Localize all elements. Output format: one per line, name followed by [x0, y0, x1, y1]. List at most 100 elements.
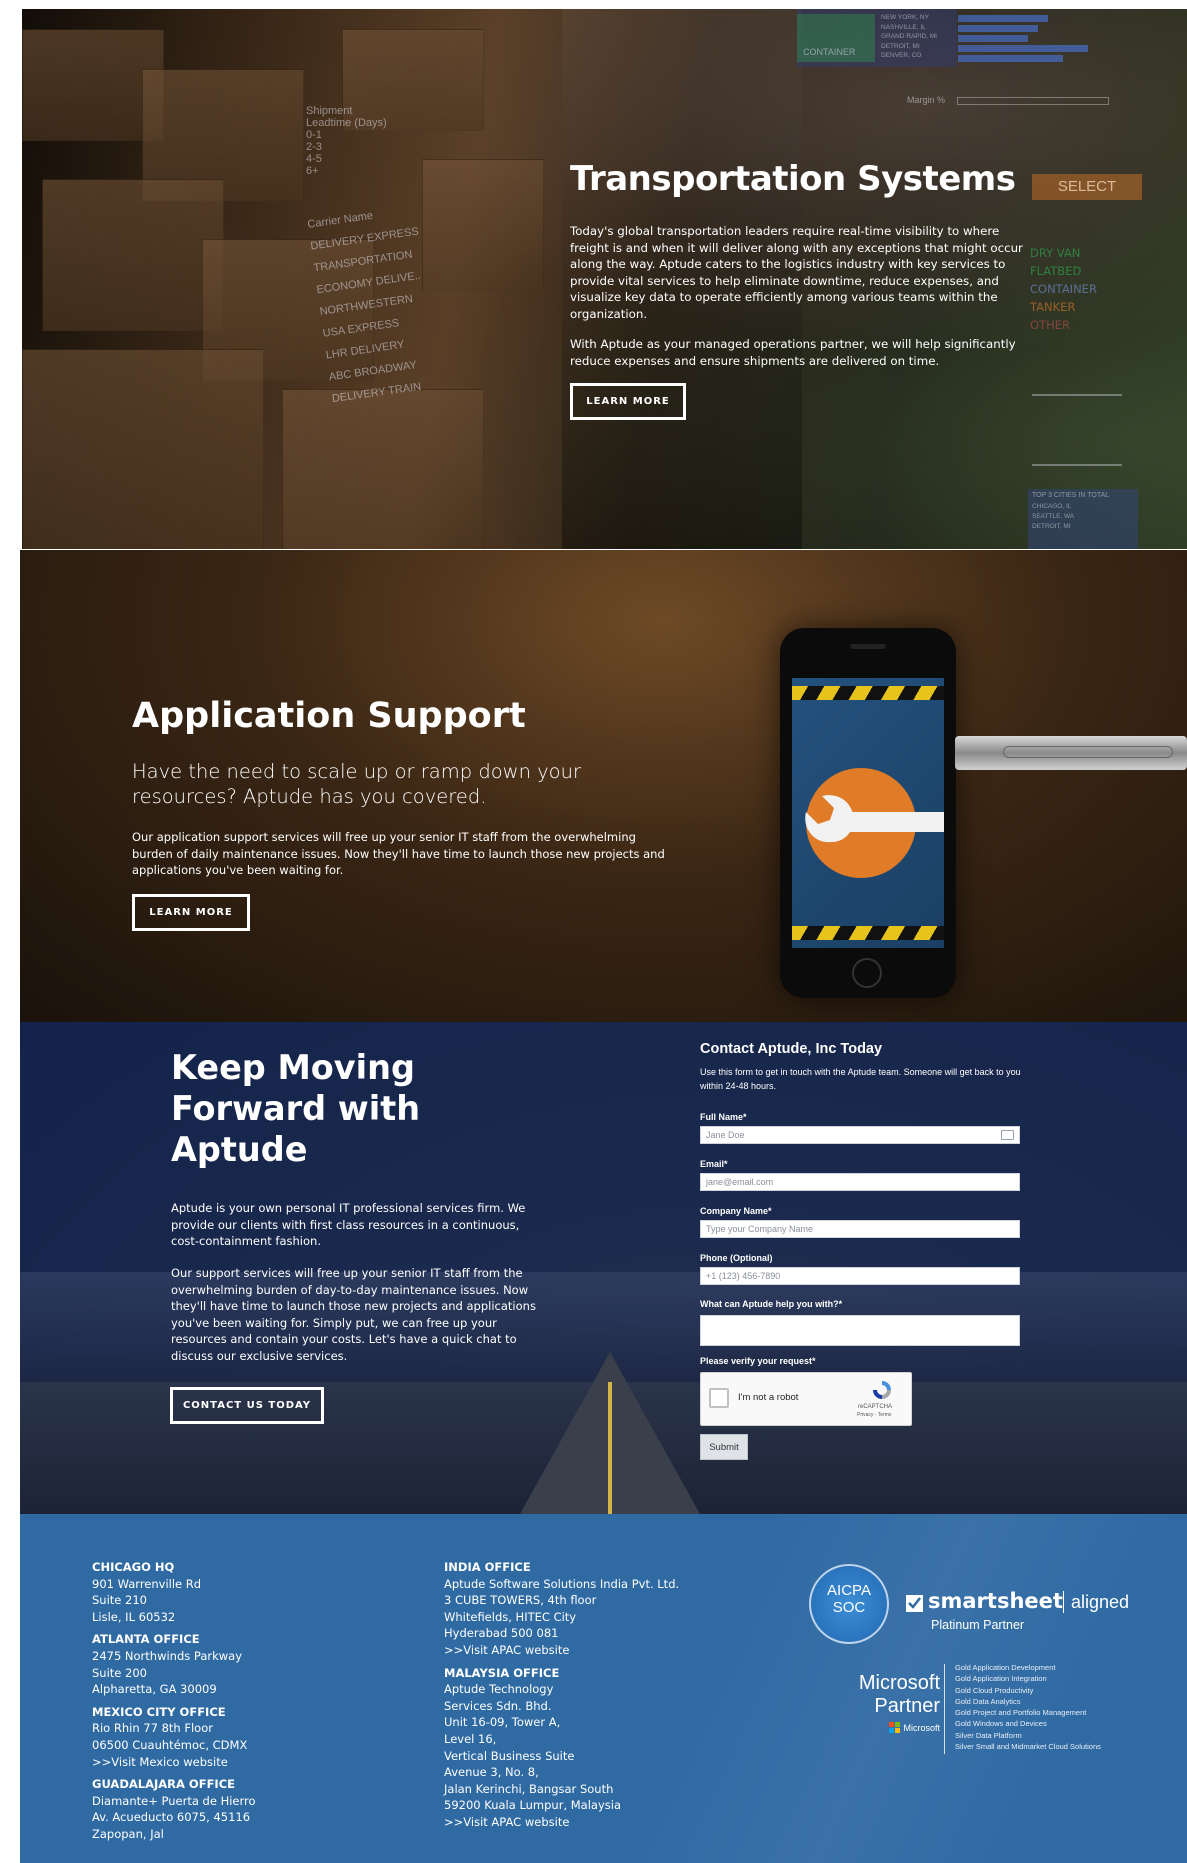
- office-line: Aptude Technology: [444, 1682, 554, 1697]
- office-line: Aptude Software Solutions India Pvt. Ltd…: [444, 1576, 680, 1591]
- contact-us-button[interactable]: CONTACT US TODAY: [170, 1387, 324, 1424]
- ghost-filter-item: DRY VAN: [1030, 246, 1081, 260]
- ghost-filter-item: OTHER: [1030, 318, 1070, 332]
- transport-paragraph: With Aptude as your managed operations p…: [570, 337, 1016, 368]
- ghost-filter-item: TANKER: [1030, 300, 1076, 314]
- smartsheet-logo-icon: [906, 1595, 923, 1612]
- ghost-bar: [958, 45, 1088, 52]
- office-name: CHICAGO HQ: [92, 1560, 175, 1574]
- ms-competency: Gold Cloud Productivity: [955, 1685, 1034, 1695]
- smartsheet-divider: [1063, 1591, 1064, 1613]
- office-column-right: INDIA OFFICE Aptude Software Solutions I…: [444, 1559, 679, 1831]
- office-line: Alpharetta, GA 30009: [92, 1682, 217, 1697]
- contact-form-title: Contact Aptude, Inc Today: [700, 1041, 883, 1057]
- ghost-slider: [1032, 464, 1122, 466]
- ms-competency-list: Gold Application Development Gold Applic…: [955, 1662, 1101, 1752]
- office-line: Whitefields, HITEC City: [444, 1609, 577, 1624]
- contact-form: Contact Aptude, Inc Today Use this form …: [700, 1022, 1040, 1514]
- keep-moving-paragraph: Our support services will free up your s…: [171, 1266, 536, 1363]
- phone-field[interactable]: +1 (123) 456-7890: [700, 1267, 1020, 1285]
- ghost-text: DETROIT, MI: [1032, 523, 1071, 530]
- ghost-text: DENVER, CO: [881, 52, 922, 59]
- office-line: Av. Acueducto 6075, 45116: [92, 1810, 251, 1825]
- office-name: GUADALAJARA OFFICE: [92, 1777, 235, 1792]
- ms-competency: Silver Small and Midmarket Cloud Solutio…: [955, 1742, 1101, 1752]
- transport-learn-more-button[interactable]: LEARN MORE: [570, 383, 686, 420]
- app-support-section: Application Support Have the need to sca…: [20, 550, 1187, 1022]
- office-line: 901 Warrenville Rd: [92, 1576, 202, 1591]
- full-name-field[interactable]: Jane Doe: [700, 1126, 1020, 1144]
- keep-moving-paragraph: Aptude is your own personal IT professio…: [171, 1201, 526, 1249]
- office-mexico-city: MEXICO CITY OFFICE Rio Rhin 77 8th Floor…: [92, 1704, 256, 1770]
- transportation-section: Shipment Leadtime (Days) 0-1 2-3 4-5 6+ …: [22, 9, 1187, 549]
- company-label: Company Name*: [700, 1206, 772, 1216]
- ghost-text: DETROIT, MI: [881, 42, 920, 50]
- phone-speaker: [850, 644, 886, 649]
- email-field[interactable]: jane@email.com: [700, 1173, 1020, 1191]
- email-label: Email*: [700, 1159, 728, 1169]
- ghost-slider: [957, 97, 1109, 105]
- company-placeholder: Type your Company Name: [706, 1224, 814, 1234]
- ghost-filter-item: FLATBED: [1030, 264, 1082, 278]
- submit-button[interactable]: Submit: [700, 1434, 748, 1460]
- ms-small-text: Microsoft: [903, 1722, 940, 1733]
- keep-moving-title-line: Keep Moving: [171, 1048, 415, 1087]
- decor-box: [22, 349, 264, 549]
- office-line: Rio Rhin 77 8th Floor: [92, 1721, 213, 1736]
- office-atlanta: ATLANTA OFFICE 2475 Northwinds Parkway S…: [92, 1631, 256, 1697]
- ghost-slider: [1032, 394, 1122, 396]
- ghost-filter-list: DRY VAN FLATBED CONTAINER TANKER OTHER: [1030, 244, 1097, 334]
- verify-label: Please verify your request*: [700, 1356, 816, 1366]
- transport-title: Transportation Systems: [570, 159, 1016, 199]
- keep-moving-section: Keep Moving Forward with Aptude Aptude i…: [20, 1022, 1187, 1514]
- office-line: Unit 16-09, Tower A,: [444, 1715, 561, 1730]
- ms-competency: Gold Project and Portfolio Management: [955, 1708, 1087, 1718]
- aicpa-seal-icon: AICPA SOC: [809, 1564, 889, 1644]
- office-line: 06500 Cuauhtémoc, CDMX: [92, 1737, 248, 1752]
- app-support-body: Our application support services will fr…: [132, 830, 665, 878]
- help-label: What can Aptude help you with?*: [700, 1299, 843, 1309]
- phone-illustration: [780, 628, 956, 998]
- wrench-handle: [955, 736, 1187, 770]
- ghost-bar: [958, 25, 1038, 32]
- office-india: INDIA OFFICE Aptude Software Solutions I…: [444, 1559, 679, 1659]
- ms-divider: [944, 1664, 945, 1754]
- apac-website-link[interactable]: >>Visit APAC website: [444, 1814, 679, 1831]
- ghost-city-bars: CONTAINER NEW YORK, NY NASHVILLE, IL GRA…: [797, 9, 957, 67]
- checkbox-icon[interactable]: [709, 1388, 729, 1408]
- help-textarea[interactable]: [700, 1315, 1020, 1346]
- recaptcha-links[interactable]: Privacy - Terms: [857, 1412, 891, 1418]
- company-field[interactable]: Type your Company Name: [700, 1220, 1020, 1238]
- ghost-shipment-header: Shipment Leadtime (Days) 0-1 2-3 4-5 6+: [306, 105, 387, 177]
- ghost-text: CONTAINER: [803, 47, 856, 57]
- ms-partner-text: Microsoft: [858, 1672, 940, 1694]
- keep-moving-title-line: Forward with: [171, 1089, 421, 1128]
- ghost-top-cities: TOP 3 CITIES IN TOTAL CHICAGO, IL SEATTL…: [1028, 489, 1138, 549]
- office-line: Level 16,: [444, 1731, 497, 1746]
- ghost-text-group: CHICAGO, IL SEATTLE, WA DETROIT, MI: [1028, 502, 1138, 532]
- ms-competency: Gold Data Analytics: [955, 1696, 1021, 1706]
- office-line: 3 CUBE TOWERS, 4th floor: [444, 1593, 597, 1608]
- app-support-subtitle: Have the need to scale up or ramp down y…: [132, 760, 581, 808]
- mexico-website-link[interactable]: >>Visit Mexico website: [92, 1754, 256, 1771]
- apac-website-link[interactable]: >>Visit APAC website: [444, 1642, 679, 1659]
- ghost-bars: [958, 13, 1108, 63]
- app-support-learn-more-button[interactable]: LEARN MORE: [132, 894, 250, 931]
- phone-home-button: [852, 958, 882, 988]
- office-name: INDIA OFFICE: [444, 1560, 531, 1574]
- app-support-title: Application Support: [132, 696, 526, 736]
- ghost-bar: [958, 35, 1028, 42]
- aicpa-text: AICPA: [827, 1582, 871, 1599]
- microsoft-partner-badge: Microsoft Partner Microsoft: [820, 1672, 940, 1747]
- office-column-left: CHICAGO HQ 901 Warrenville Rd Suite 210 …: [92, 1559, 256, 1843]
- contact-card-icon: [1001, 1130, 1014, 1140]
- decor-box: [422, 159, 544, 291]
- ghost-text: CHICAGO, IL: [1032, 503, 1072, 510]
- recaptcha-widget: I'm not a robot reCAPTCHA Privacy - Term…: [700, 1372, 912, 1426]
- office-line: Jalan Kerinchi, Bangsar South: [444, 1781, 614, 1796]
- office-line: 2475 Northwinds Parkway: [92, 1648, 243, 1663]
- ghost-city-list: NEW YORK, NY NASHVILLE, IL GRAND RAPID, …: [881, 13, 937, 61]
- ms-small-logo: Microsoft: [820, 1722, 940, 1733]
- footer: CHICAGO HQ 901 Warrenville Rd Suite 210 …: [20, 1514, 1187, 1863]
- office-line: 59200 Kuala Lumpur, Malaysia: [444, 1798, 622, 1813]
